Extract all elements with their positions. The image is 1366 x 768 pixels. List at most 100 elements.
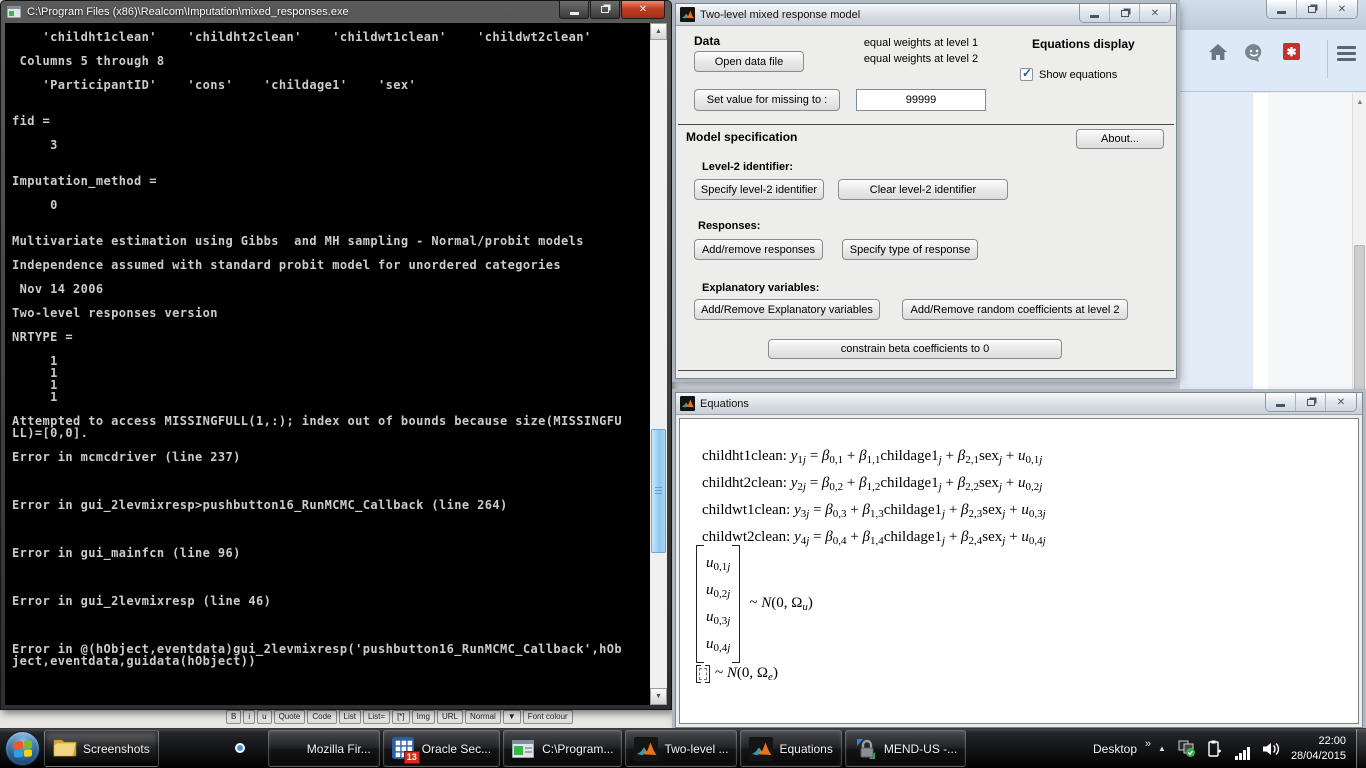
matlab-icon xyxy=(634,737,658,761)
section-divider xyxy=(678,370,1174,371)
home-icon[interactable] xyxy=(1208,43,1228,61)
editor-toolbar-button[interactable]: Normal xyxy=(465,710,501,724)
add-remove-random-button[interactable]: Add/Remove random coefficients at level … xyxy=(902,299,1128,320)
matlab-icon xyxy=(749,737,773,761)
taskbar-item-firefox[interactable]: Mozilla Fir... xyxy=(268,730,380,767)
editor-toolbar-button[interactable]: List= xyxy=(363,710,390,724)
missing-value-input[interactable] xyxy=(856,89,986,111)
network-bars-icon[interactable] xyxy=(1232,738,1254,760)
taskbar-item-screenshots[interactable]: Screenshots xyxy=(44,730,159,767)
console-window-controls: ✕ xyxy=(558,1,665,19)
editor-toolbar-button[interactable]: Font colour xyxy=(523,710,573,724)
editor-toolbar-button[interactable]: [*] xyxy=(392,710,410,724)
taskbar: Screenshots Mozilla Fir... xyxy=(0,728,1366,768)
maximize-button[interactable] xyxy=(1110,4,1140,22)
taskbar-item-two-level[interactable]: Two-level ... xyxy=(625,730,737,767)
window-title: Equations xyxy=(700,398,749,410)
model-spec-heading: Model specification xyxy=(686,130,797,144)
add-remove-responses-button[interactable]: Add/remove responses xyxy=(694,239,823,260)
lastpass-icon[interactable]: ✱ xyxy=(1283,43,1300,60)
equation: childht2clean: y2j = β0,2 + β1,2childage… xyxy=(702,470,1046,497)
restore-button[interactable] xyxy=(590,1,620,19)
about-button[interactable]: About... xyxy=(1076,129,1164,149)
scroll-up-arrow[interactable]: ▲ xyxy=(650,23,667,40)
scroll-down-arrow[interactable]: ▼ xyxy=(650,688,667,705)
console-titlebar: C:\Program Files (x86)\Realcom\Imputatio… xyxy=(1,1,671,23)
chrome-icon xyxy=(228,737,252,761)
equation-list: childht1clean: y1j = β0,1 + β1,1childage… xyxy=(702,443,1046,551)
restore-button[interactable] xyxy=(1296,393,1326,411)
clipboard-plug-icon[interactable] xyxy=(1204,738,1226,760)
close-button[interactable]: ✕ xyxy=(1327,0,1357,18)
equations-window-titlebar: Equations ✕ xyxy=(676,393,1362,415)
folder-icon xyxy=(53,737,77,761)
data-section-heading: Data xyxy=(694,34,720,48)
specify-type-button[interactable]: Specify type of response xyxy=(842,239,978,260)
vector-bracket: u0,1j u0,2j u0,3j u0,4j xyxy=(696,545,740,663)
show-equations-label: Show equations xyxy=(1039,69,1117,81)
equations-canvas: childht1clean: y1j = β0,1 + β1,1childage… xyxy=(679,418,1359,724)
equations-window: Equations ✕ childht1clean: y1j = β0,1 + … xyxy=(675,392,1363,728)
minimize-button[interactable] xyxy=(559,1,589,19)
console-scrollbar[interactable]: ▲ ▼ xyxy=(650,23,667,705)
constrain-beta-button[interactable]: constrain beta coefficients to 0 xyxy=(768,339,1062,359)
editor-toolbar-button[interactable]: List xyxy=(339,710,361,724)
editor-toolbar-button[interactable]: Code xyxy=(307,710,336,724)
equations-display-heading: Equations display xyxy=(1032,37,1135,51)
open-data-file-button[interactable]: Open data file xyxy=(694,51,804,72)
minimize-button[interactable] xyxy=(1080,4,1110,22)
toolbar-divider xyxy=(1327,40,1328,78)
window-controls: ✕ xyxy=(1079,4,1171,23)
specify-level2-button[interactable]: Specify level-2 identifier xyxy=(694,179,824,200)
editor-toolbar-button[interactable]: u xyxy=(257,710,271,724)
restore-button[interactable] xyxy=(1297,0,1327,18)
add-remove-explanatory-button[interactable]: Add/Remove Explanatory variables xyxy=(694,299,880,320)
responses-heading: Responses: xyxy=(698,220,760,232)
editor-toolbar-button[interactable]: ▼ xyxy=(503,710,521,724)
equation: childht1clean: y1j = β0,1 + β1,1childage… xyxy=(702,443,1046,470)
minimize-button[interactable] xyxy=(1267,0,1297,18)
close-icon[interactable]: ✕ xyxy=(621,1,665,19)
oracle-grid-icon: 13 xyxy=(392,737,416,761)
editor-toolbar-button[interactable]: B xyxy=(226,710,241,724)
close-icon[interactable]: ✕ xyxy=(1326,393,1356,411)
clock-date: 28/04/2015 xyxy=(1291,749,1346,764)
desktop-toolbar[interactable]: Desktop » xyxy=(1087,740,1151,758)
clear-level2-button[interactable]: Clear level-2 identifier xyxy=(838,179,1008,200)
windows-logo-icon xyxy=(5,731,40,766)
hidden-icons-arrow[interactable]: ▲ xyxy=(1151,744,1173,753)
start-button[interactable] xyxy=(0,729,44,768)
scrollbar-thumb[interactable] xyxy=(651,429,666,553)
overflow-chevron[interactable]: » xyxy=(1145,738,1151,750)
set-missing-button[interactable]: Set value for missing to : xyxy=(694,89,840,111)
window-title: Two-level mixed response model xyxy=(700,9,860,21)
editor-toolbar-button[interactable]: URL xyxy=(437,710,463,724)
editor-toolbar-button[interactable]: Quote xyxy=(274,710,306,724)
taskbar-item-oracle[interactable]: 13 Oracle Sec... xyxy=(383,730,500,767)
section-divider xyxy=(678,124,1174,125)
editor-toolbar-button[interactable]: i xyxy=(243,710,255,724)
residual-bracket xyxy=(696,665,710,683)
show-desktop-button[interactable] xyxy=(1356,729,1366,768)
taskbar-item-console[interactable]: C:\Program... xyxy=(503,730,622,767)
taskbar-item-vlc[interactable] xyxy=(162,730,212,767)
taskbar-item-equations[interactable]: Equations xyxy=(740,730,841,767)
clock-time: 22:00 xyxy=(1291,734,1346,749)
editor-toolbar-button[interactable]: Img xyxy=(412,710,435,724)
scrollbar-thumb[interactable] xyxy=(1354,245,1365,390)
firefox-icon xyxy=(277,737,301,761)
padlock-sync-icon xyxy=(854,737,878,761)
menu-icon[interactable] xyxy=(1337,46,1356,61)
close-icon[interactable]: ✕ xyxy=(1140,4,1170,22)
matlab-icon xyxy=(680,7,695,22)
show-equations-checkbox[interactable] xyxy=(1020,68,1033,81)
volume-icon[interactable] xyxy=(1260,738,1282,760)
green-check-squares-icon[interactable] xyxy=(1176,738,1198,760)
weights-note: equal weights at level 1 equal weights a… xyxy=(836,35,1006,67)
scroll-up-arrow[interactable]: ▲ xyxy=(1354,97,1366,109)
taskbar-clock[interactable]: 22:00 28/04/2015 xyxy=(1285,734,1356,764)
chat-smiley-icon[interactable] xyxy=(1244,43,1264,62)
minimize-button[interactable] xyxy=(1266,393,1296,411)
taskbar-item-chrome[interactable] xyxy=(215,730,265,767)
taskbar-item-mend-us[interactable]: MEND-US -... xyxy=(845,730,966,767)
